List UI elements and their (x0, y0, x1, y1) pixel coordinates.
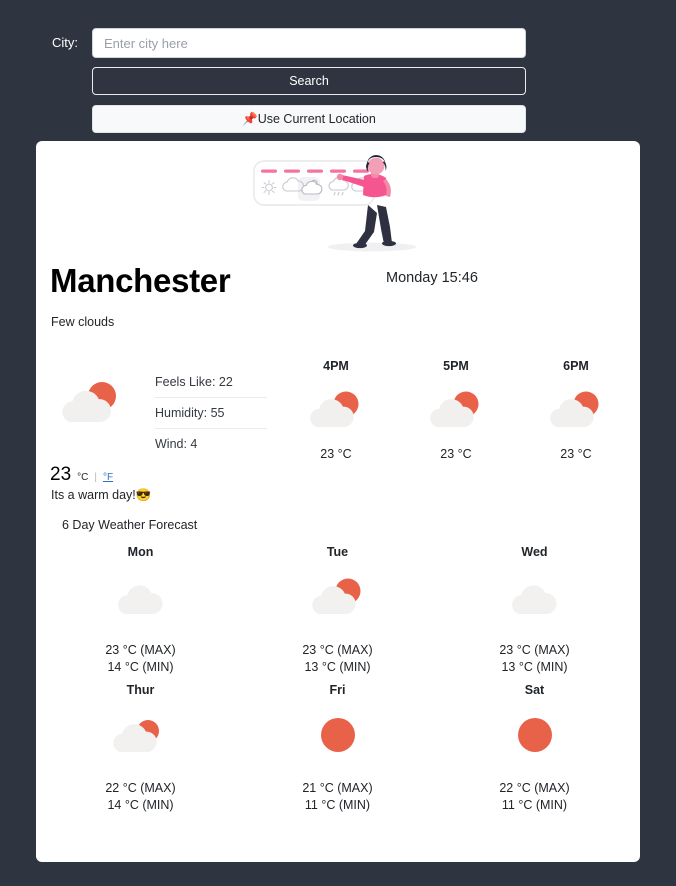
city-label: City: (52, 35, 78, 50)
forecast-day: Sat 22 °C (MAX) 11 °C (MIN) (436, 683, 633, 812)
use-current-location-label: Use Current Location (257, 111, 376, 126)
hourly-item: 5PM 23 °C (396, 359, 516, 461)
forecast-day: Tue 23 °C (MAX) 13 °C (MIN) (239, 545, 436, 674)
weather-description: Few clouds (51, 315, 115, 329)
forecast-min: 11 °C (MIN) (501, 798, 568, 812)
forecast-max: 23 °C (MAX) (105, 643, 176, 657)
current-temperature-row: 23 °C | °F (50, 464, 113, 486)
forecast-heading: 6 Day Weather Forecast (62, 518, 198, 532)
stat-humidity: Humidity: 55 (155, 398, 267, 429)
forecast-min: 13 °C (MIN) (304, 660, 371, 674)
current-stats: Feels Like: 22 Humidity: 55 Wind: 4 (155, 367, 267, 459)
forecast-day-label: Tue (326, 545, 349, 559)
unit-celsius[interactable]: °C (77, 472, 88, 483)
sun-behind-cloud-icon (309, 573, 367, 621)
use-current-location-button[interactable]: 📌Use Current Location (92, 105, 526, 133)
hourly-time: 6PM (563, 359, 589, 373)
current-weather-icon (58, 377, 124, 429)
forecast-min: 14 °C (MIN) (107, 660, 174, 674)
forecast-max: 23 °C (MAX) (499, 643, 570, 657)
stat-feels-like: Feels Like: 22 (155, 367, 267, 398)
hourly-item: 6PM 23 °C (516, 359, 636, 461)
hourly-forecast: 4PM 23 °C 5PM 23 °C 6PM 23 °C (276, 359, 636, 461)
stat-wind: Wind: 4 (155, 437, 198, 451)
forecast-day-label: Mon (127, 545, 154, 559)
sun-behind-cloud-icon (427, 387, 485, 433)
sun-icon (309, 711, 367, 759)
forecast-day: Thur 22 °C (MAX) 14 °C (MIN) (42, 683, 239, 812)
weather-card: Manchester Monday 15:46 Few clouds Its a… (36, 141, 640, 862)
forecast-min: 14 °C (MIN) (107, 798, 174, 812)
weather-widget-illustration (250, 149, 430, 253)
forecast-day: Wed 23 °C (MAX) 13 °C (MIN) (436, 545, 633, 674)
page-title: Manchester (50, 262, 231, 299)
search-input[interactable] (92, 28, 526, 58)
search-fields: Search 📌Use Current Location (92, 28, 526, 133)
forecast-max: 21 °C (MAX) (302, 781, 373, 795)
forecast-day-label: Sat (524, 683, 545, 697)
current-datetime: Monday 15:46 (386, 270, 478, 286)
forecast-min: 13 °C (MIN) (501, 660, 568, 674)
forecast-day-label: Wed (521, 545, 548, 559)
hourly-time: 4PM (323, 359, 349, 373)
unit-fahrenheit-link[interactable]: °F (103, 472, 113, 483)
sun-behind-cloud-icon (547, 387, 605, 433)
cloud-icon (112, 573, 170, 621)
cloud-icon (506, 573, 564, 621)
pushpin-icon: 📌 (242, 111, 258, 126)
forecast-day-label: Fri (329, 683, 346, 697)
city-search-form: City: Search 📌Use Current Location (0, 0, 676, 133)
forecast-max: 22 °C (MAX) (105, 781, 176, 795)
weather-message: Its a warm day!😎 (51, 488, 152, 502)
forecast-day: Mon 23 °C (MAX) 14 °C (MIN) (42, 545, 239, 674)
forecast-day: Fri 21 °C (MAX) 11 °C (MIN) (239, 683, 436, 812)
sun-icon (506, 711, 564, 759)
hourly-temperature: 23 °C (320, 447, 352, 461)
sun-behind-cloud-icon (307, 387, 365, 433)
hourly-item: 4PM 23 °C (276, 359, 396, 461)
forecast-max: 23 °C (MAX) (302, 643, 373, 657)
unit-separator: | (94, 472, 97, 483)
forecast-max: 22 °C (MAX) (499, 781, 570, 795)
search-button[interactable]: Search (92, 67, 526, 95)
hourly-temperature: 23 °C (440, 447, 472, 461)
sun-behind-cloud-icon (112, 711, 170, 759)
current-temperature-value: 23 (50, 464, 72, 485)
hourly-temperature: 23 °C (560, 447, 592, 461)
forecast-day-label: Thur (126, 683, 155, 697)
forecast-grid: Mon 23 °C (MAX) 14 °C (MIN) Tue 23 °C (M… (42, 545, 634, 821)
hourly-time: 5PM (443, 359, 469, 373)
forecast-min: 11 °C (MIN) (304, 798, 371, 812)
